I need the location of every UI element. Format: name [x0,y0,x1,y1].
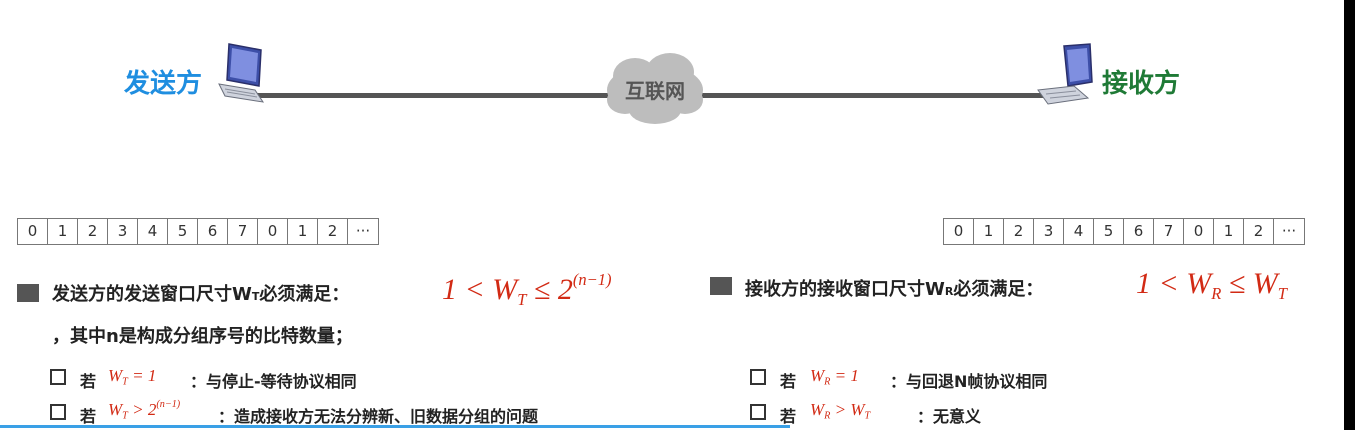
seq-cell: 0 [18,219,48,244]
seq-cell: 1 [48,219,78,244]
case-formula: WT > 2(n−1) [108,399,181,422]
checkbox-icon [750,369,766,385]
seq-cell: 0 [1184,219,1214,244]
bullet-square [710,277,732,295]
seq-cell: ··· [1281,222,1297,240]
seq-cell: 6 [1124,219,1154,244]
case-prefix: 若 [80,407,97,426]
seq-cell: 5 [168,219,198,244]
seq-cell: 4 [138,219,168,244]
case-prefix: 若 [780,372,797,391]
laptop-icon [218,43,265,103]
case-description: ：与回退N帧协议相同 [890,372,1048,391]
receiver-label: 接收方 [1102,69,1181,99]
seq-cell: 0 [258,219,288,244]
seq-cell: 2 [1004,219,1034,244]
seq-cell: 4 [1064,219,1094,244]
seq-cell: 2 [1244,219,1274,244]
seq-cell: 3 [108,219,138,244]
window-edge [1344,0,1355,430]
case-description: ：造成接收方无法分辨新、旧数据分组的问题 [218,407,539,426]
receiver-sequence-strip: 0 1 2 3 4 5 6 7 0 1 2 ··· [943,218,1305,245]
seq-cell: 7 [1154,219,1184,244]
receiver-window-formula: 1 < WR ≤ WT [1136,267,1287,303]
seq-cell: 2 [78,219,108,244]
seq-cell: 0 [944,219,974,244]
case-description: ：与停止-等待协议相同 [190,372,357,391]
sender-window-formula: 1 < WT ≤ 2(n−1) [442,270,612,309]
seq-cell: ··· [355,222,371,240]
seq-cell: 1 [974,219,1004,244]
case-formula: WR = 1 [810,366,859,388]
seq-cell: 6 [198,219,228,244]
checkbox-icon [750,404,766,420]
case-prefix: 若 [780,407,797,426]
seq-cell: 1 [1214,219,1244,244]
laptop-icon [1037,43,1093,105]
checkbox-icon [50,404,66,420]
case-formula: WR > WT [810,400,871,422]
checkbox-icon [50,369,66,385]
seq-cell: 2 [318,219,348,244]
sender-condition-note: ，其中n是构成分组序号的比特数量； [52,326,353,347]
network-label: 互联网 [625,79,685,103]
case-formula: WT = 1 [108,366,157,388]
seq-cell: 7 [228,219,258,244]
seq-cell: 5 [1094,219,1124,244]
sender-condition-text: 发送方的发送窗口尺寸WT必须满足： [52,284,350,305]
seq-cell: 1 [288,219,318,244]
case-prefix: 若 [80,372,97,391]
sender-label: 发送方 [124,69,203,99]
seq-cell: 3 [1034,219,1064,244]
bullet-square [17,284,39,302]
case-description: ：无意义 [917,407,982,426]
sender-sequence-strip: 0 1 2 3 4 5 6 7 0 1 2 ··· [17,218,379,245]
receiver-condition-text: 接收方的接收窗口尺寸WR必须满足： [745,279,1044,300]
